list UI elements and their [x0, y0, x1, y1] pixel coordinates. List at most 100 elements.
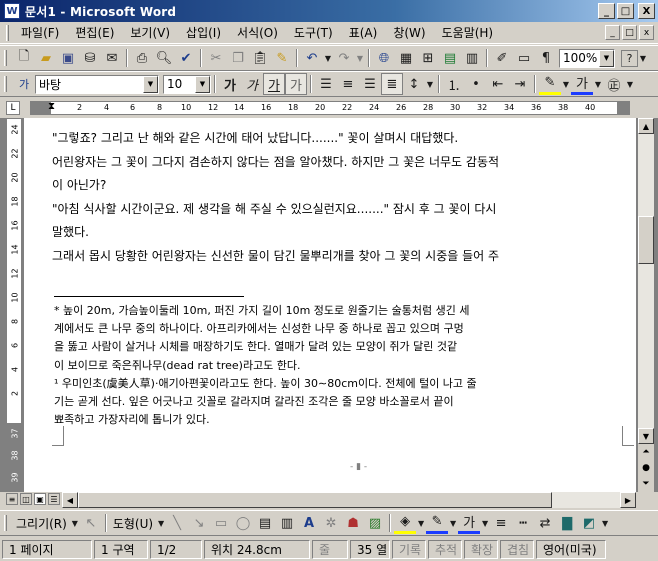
- dash-style-icon[interactable]: ┅: [512, 512, 534, 534]
- menu-file[interactable]: 파일(F): [15, 22, 65, 43]
- footnote-line[interactable]: ¹ 우미인초(虞美人草)·애기아편꽃이라고도 한다. 높이 30∼80cm이다.…: [54, 375, 618, 393]
- document-page[interactable]: "그렇죠? 그리고 난 해와 같은 시간에 태어 났답니다......." 꽃이…: [24, 118, 636, 492]
- toolbar-options-icon[interactable]: ▼: [625, 73, 635, 95]
- menu-grip-handle[interactable]: [6, 24, 9, 41]
- rectangle-icon[interactable]: ▭: [210, 512, 232, 534]
- phonetic-guide-icon[interactable]: ㊣: [603, 73, 625, 95]
- print-layout-view-icon[interactable]: ▣: [34, 493, 46, 505]
- line-icon[interactable]: ╲: [166, 512, 188, 534]
- footnote-line[interactable]: 계에서도 큰 나무 중의 하나이다. 아프리카에서는 신성한 나무 중 하나로 …: [54, 320, 618, 338]
- menu-format[interactable]: 서식(O): [231, 22, 284, 43]
- toolbar-options-icon[interactable]: ▼: [638, 47, 648, 69]
- drawing-font-color-button[interactable]: 가: [458, 512, 481, 534]
- toolbar-options-icon[interactable]: ▼: [600, 512, 610, 534]
- insert-excel-icon[interactable]: ▤: [439, 47, 461, 69]
- status-track-changes[interactable]: 추적: [428, 540, 462, 559]
- doc-close-button[interactable]: x: [639, 25, 654, 40]
- numbering-icon[interactable]: ⒈: [443, 73, 465, 95]
- menu-tools[interactable]: 도구(T): [288, 22, 339, 43]
- vertical-scroll-thumb[interactable]: [638, 216, 654, 264]
- drawing-toggle-icon[interactable]: ✐: [491, 47, 513, 69]
- line-color-dropdown-icon[interactable]: ▼: [448, 512, 458, 534]
- paragraph-line[interactable]: 어린왕자는 그 꽃이 그다지 겸손하지 않다는 점을 알아챘다. 하지만 그 꽃…: [52, 151, 618, 175]
- previous-page-icon[interactable]: ⏶: [638, 444, 654, 460]
- open-folder-icon[interactable]: ▰: [35, 47, 57, 69]
- clip-art-icon[interactable]: ☗: [342, 512, 364, 534]
- align-left-icon[interactable]: ☰: [315, 73, 337, 95]
- draw-menu-button[interactable]: 그리기(R): [13, 515, 70, 532]
- menu-insert[interactable]: 삽입(I): [180, 22, 227, 43]
- arrow-style-icon[interactable]: ⇄: [534, 512, 556, 534]
- menu-view[interactable]: 보기(V): [124, 22, 176, 43]
- horizontal-scroll-thumb[interactable]: [78, 492, 552, 508]
- next-page-icon[interactable]: ⏷: [638, 476, 654, 492]
- status-overtype[interactable]: 겹침: [500, 540, 534, 559]
- shadow-button[interactable]: 가: [285, 73, 307, 95]
- 3d-style-icon[interactable]: ◩: [578, 512, 600, 534]
- scroll-down-icon[interactable]: ▼: [638, 428, 654, 444]
- line-spacing-dropdown-icon[interactable]: ▼: [425, 73, 435, 95]
- spelling-check-icon[interactable]: ✔: [175, 47, 197, 69]
- align-center-icon[interactable]: ≡: [337, 73, 359, 95]
- insert-table-icon[interactable]: ⊞: [417, 47, 439, 69]
- arrow-icon[interactable]: ↘: [188, 512, 210, 534]
- font-name-select[interactable]: 바탕 ▼: [35, 74, 159, 94]
- font-color-button[interactable]: 가: [571, 73, 593, 95]
- menu-edit[interactable]: 편집(E): [69, 22, 120, 43]
- vertical-text-box-icon[interactable]: ▥: [276, 512, 298, 534]
- select-objects-icon[interactable]: ↖: [80, 512, 102, 534]
- font-size-dropdown-icon[interactable]: ▼: [195, 75, 210, 93]
- wordart-icon[interactable]: A: [298, 512, 320, 534]
- tab-selector[interactable]: L: [6, 101, 20, 115]
- draw-menu-dropdown-icon[interactable]: ▼: [70, 512, 80, 534]
- oval-icon[interactable]: ◯: [232, 512, 254, 534]
- status-record-macro[interactable]: 기록: [392, 540, 426, 559]
- toolbar-grip-handle[interactable]: [4, 515, 7, 531]
- highlight-dropdown-icon[interactable]: ▼: [561, 73, 571, 95]
- paragraph-line[interactable]: 그래서 몹시 당황한 어린왕자는 신선한 물이 담긴 물뿌리개를 찾아 그 꽃의…: [52, 245, 618, 269]
- cut-icon[interactable]: ✂: [205, 47, 227, 69]
- tables-borders-icon[interactable]: ▦: [395, 47, 417, 69]
- align-right-icon[interactable]: ☰: [359, 73, 381, 95]
- diagram-icon[interactable]: ✲: [320, 512, 342, 534]
- paragraph-line[interactable]: "그렇죠? 그리고 난 해와 같은 시간에 태어 났답니다......." 꽃이…: [52, 127, 618, 151]
- footnotes[interactable]: * 높이 20m, 가슴높이둘레 10m, 퍼진 가지 길이 10m 정도로 원…: [54, 302, 618, 429]
- shadow-style-icon[interactable]: ▇: [556, 512, 578, 534]
- copy-icon[interactable]: ❐: [227, 47, 249, 69]
- toolbar-grip-handle[interactable]: [4, 50, 7, 66]
- status-extend[interactable]: 확장: [464, 540, 498, 559]
- line-spacing-icon[interactable]: ↕: [403, 73, 425, 95]
- body-text[interactable]: "그렇죠? 그리고 난 해와 같은 시간에 태어 났답니다......." 꽃이…: [52, 127, 618, 268]
- fill-color-dropdown-icon[interactable]: ▼: [416, 512, 426, 534]
- zoom-dropdown-icon[interactable]: ▼: [599, 49, 614, 67]
- menu-table[interactable]: 표(A): [343, 22, 384, 43]
- minimize-button[interactable]: _: [598, 3, 615, 19]
- print-preview-icon[interactable]: 🔍︎: [153, 47, 175, 69]
- format-painter-icon[interactable]: ✎: [271, 47, 293, 69]
- hyperlink-icon[interactable]: 🌐︎: [373, 47, 395, 69]
- document-map-icon[interactable]: ▭: [513, 47, 535, 69]
- redo-dropdown-icon[interactable]: ▼: [355, 47, 365, 69]
- fill-color-icon[interactable]: ◈: [394, 512, 417, 534]
- menu-window[interactable]: 창(W): [387, 22, 431, 43]
- styles-pane-icon[interactable]: 가: [13, 73, 35, 95]
- new-document-icon[interactable]: 🗋: [13, 47, 35, 69]
- bullets-icon[interactable]: •: [465, 73, 487, 95]
- scroll-left-icon[interactable]: ◀: [62, 492, 78, 508]
- doc-restore-button[interactable]: □: [622, 25, 637, 40]
- paste-icon[interactable]: 📋︎: [249, 47, 271, 69]
- normal-view-icon[interactable]: ≡: [6, 493, 18, 505]
- line-style-icon[interactable]: ≡: [490, 512, 512, 534]
- permission-icon[interactable]: ⛁: [79, 47, 101, 69]
- footnote-line[interactable]: 을 뚫고 사람이 살거나 시체를 매장하기도 한다. 열매가 달려 있는 모양이…: [54, 338, 618, 356]
- web-layout-view-icon[interactable]: ◫: [20, 493, 32, 505]
- redo-icon[interactable]: ↷: [333, 47, 355, 69]
- footnote-line[interactable]: 뾰족하고 가장자리에 톱니가 있다.: [54, 411, 618, 429]
- font-dropdown-icon[interactable]: ▼: [143, 75, 158, 93]
- highlight-icon[interactable]: ✎: [539, 73, 561, 95]
- insert-picture-icon[interactable]: ▨: [364, 512, 386, 534]
- scroll-right-icon[interactable]: ▶: [620, 492, 636, 508]
- italic-button[interactable]: 가: [241, 73, 263, 95]
- horizontal-ruler[interactable]: ⧗ 2 4 6 8 10 12 14 16 18 20 22 24 26 28 …: [30, 101, 630, 115]
- footnote-line[interactable]: 기는 곧게 선다. 잎은 어긋나고 깃꼴로 갈라지며 갈라진 조각은 줄 모양 …: [54, 393, 618, 411]
